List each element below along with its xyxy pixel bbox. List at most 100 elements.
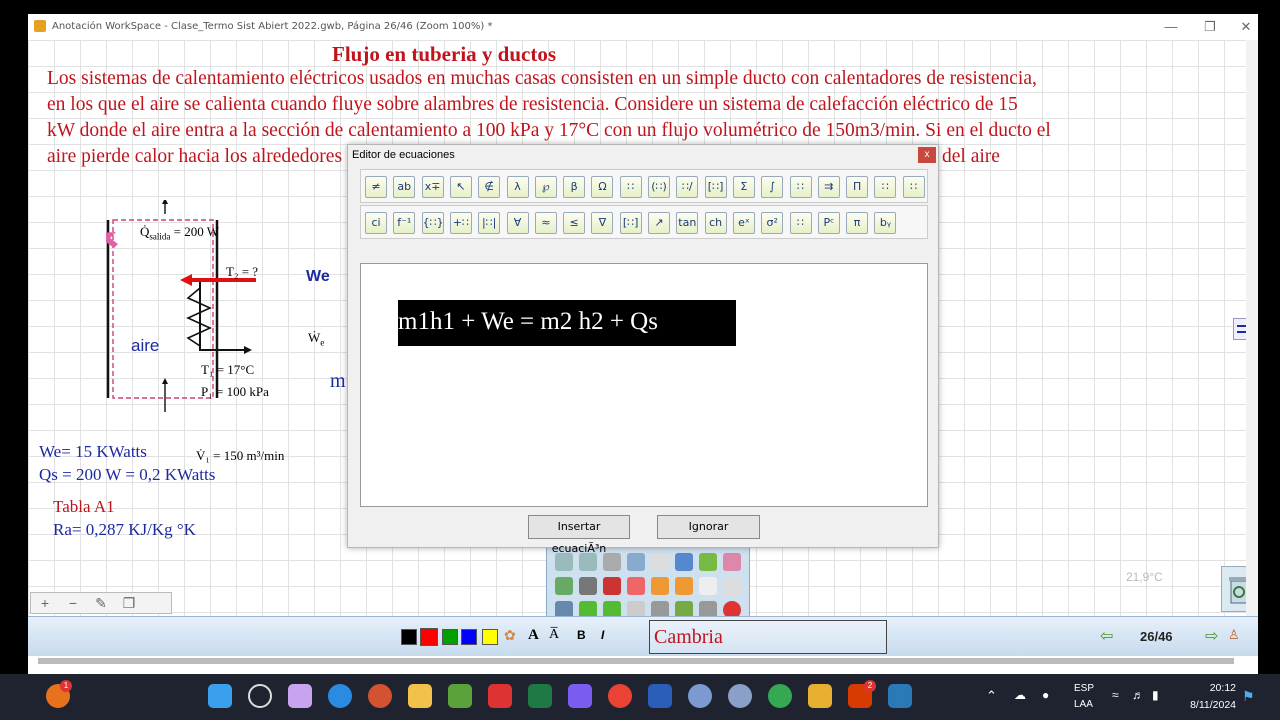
row2-symbol-button-15[interactable]: σ² — [761, 212, 784, 234]
word-icon[interactable] — [648, 684, 672, 708]
row1-symbol-button-17[interactable]: ⇉ — [817, 176, 840, 198]
remove-page-icon[interactable]: − — [59, 593, 87, 613]
input-language[interactable]: ESP — [1074, 683, 1094, 694]
pdf-icon[interactable] — [488, 684, 512, 708]
row1-symbol-button-5[interactable]: ∉ — [478, 176, 501, 198]
font-size-up-button[interactable]: A — [528, 627, 539, 644]
row1-symbol-button-3[interactable]: x∓ — [421, 176, 444, 198]
tool-delete-icon[interactable] — [675, 577, 693, 595]
color-blue-swatch[interactable] — [461, 629, 477, 645]
notification-bell-icon[interactable]: ⚑ — [1242, 688, 1255, 705]
color-black-swatch[interactable] — [401, 629, 417, 645]
row2-symbol-button-19[interactable]: bᵧ — [874, 212, 897, 234]
edit-page-icon[interactable]: ✎ — [87, 593, 115, 613]
maximize-button[interactable]: ❐ — [1200, 17, 1220, 37]
workspace-icon[interactable] — [448, 684, 472, 708]
people-icon[interactable]: ♙ — [1228, 627, 1240, 643]
row1-symbol-button-12[interactable]: ∷/ — [676, 176, 699, 198]
row1-symbol-button-4[interactable]: ↖ — [449, 176, 472, 198]
row1-symbol-button-11[interactable]: (∷) — [648, 176, 670, 198]
row2-symbol-button-9[interactable]: ∇ — [591, 212, 614, 234]
tool-text-icon[interactable] — [603, 577, 621, 595]
tool-pen-icon[interactable] — [675, 553, 693, 571]
network-warning-icon[interactable]: ☁ — [1014, 688, 1026, 702]
tool-refresh-icon[interactable] — [651, 577, 669, 595]
italic-button[interactable]: I — [601, 628, 604, 642]
row1-symbol-button-16[interactable]: ∷ — [789, 176, 812, 198]
color-yellow-swatch[interactable] — [482, 629, 498, 645]
tool-shapes-icon[interactable] — [555, 577, 573, 595]
color-red-swatch[interactable] — [420, 628, 438, 646]
row1-symbol-button-13[interactable]: [∷] — [704, 176, 727, 198]
tray-chevron-icon[interactable]: ⌃ — [986, 688, 997, 704]
folder-app-icon[interactable] — [808, 684, 832, 708]
row1-symbol-button-6[interactable]: λ — [506, 176, 529, 198]
chrome-icon[interactable] — [608, 684, 632, 708]
equation-input-area[interactable]: m1h1 + We = m2 h2 + Qs — [360, 263, 928, 507]
sparkle-icon[interactable] — [568, 684, 592, 708]
tool-equation-icon[interactable] — [627, 577, 645, 595]
copilot-icon[interactable] — [288, 684, 312, 708]
vertical-scrollbar[interactable] — [1246, 40, 1258, 616]
row2-symbol-button-17[interactable]: Pᶜ — [817, 212, 840, 234]
search-icon[interactable] — [248, 684, 272, 708]
row2-symbol-button-14[interactable]: eˣ — [732, 212, 755, 234]
file-explorer-icon[interactable] — [408, 684, 432, 708]
tool-line-icon[interactable] — [579, 577, 597, 595]
row1-symbol-button-2[interactable]: ab — [393, 176, 416, 198]
horizontal-scrollbar[interactable] — [38, 658, 1234, 664]
row2-symbol-button-1[interactable]: ci — [365, 212, 387, 234]
row2-symbol-button-6[interactable]: ∀ — [506, 212, 529, 234]
row1-symbol-button-15[interactable]: ∫ — [761, 176, 784, 198]
row1-symbol-button-1[interactable]: ≠ — [365, 176, 387, 198]
row1-symbol-button-18[interactable]: Π — [846, 176, 869, 198]
tool-notes-icon[interactable] — [723, 577, 741, 595]
row2-symbol-button-18[interactable]: π — [846, 212, 869, 234]
equation-text[interactable]: m1h1 + We = m2 h2 + Qs — [398, 300, 736, 346]
font-size-down-button[interactable]: A̅ — [549, 627, 559, 643]
row1-symbol-button-19[interactable]: ∷ — [874, 176, 897, 198]
row2-symbol-button-8[interactable]: ≤ — [563, 212, 586, 234]
color-green-swatch[interactable] — [442, 629, 458, 645]
row1-symbol-button-8[interactable]: β — [563, 176, 586, 198]
row2-symbol-button-7[interactable]: ≈ — [534, 212, 557, 234]
start-icon[interactable] — [208, 684, 232, 708]
row2-symbol-button-5[interactable]: |∷| — [478, 212, 501, 234]
app-globe-icon[interactable] — [688, 684, 712, 708]
row1-symbol-button-20[interactable]: ∷ — [902, 176, 925, 198]
row1-symbol-button-14[interactable]: Σ — [732, 176, 755, 198]
dialog-close-button[interactable]: x — [918, 147, 936, 163]
tool-pages-icon[interactable] — [627, 553, 645, 571]
palette-icon[interactable]: ✿ — [504, 627, 516, 644]
next-page-icon[interactable]: ⇨ — [1205, 626, 1218, 646]
edge-icon[interactable] — [328, 684, 352, 708]
row2-symbol-button-2[interactable]: f⁻¹ — [393, 212, 416, 234]
add-page-icon[interactable]: + — [31, 593, 59, 613]
row2-symbol-button-16[interactable]: ∷ — [789, 212, 812, 234]
row2-symbol-button-10[interactable]: [∷] — [619, 212, 642, 234]
minimize-button[interactable]: — — [1161, 17, 1181, 37]
row1-symbol-button-9[interactable]: Ω — [591, 176, 614, 198]
row1-symbol-button-7[interactable]: ℘ — [534, 176, 557, 198]
previous-page-icon[interactable]: ⇦ — [1100, 626, 1113, 646]
row2-symbol-button-11[interactable]: ↗ — [648, 212, 670, 234]
close-button[interactable]: ✕ — [1236, 17, 1256, 37]
bold-button[interactable]: B — [577, 628, 586, 642]
tool-marker-icon[interactable] — [699, 553, 717, 571]
tool-document-icon[interactable] — [699, 577, 717, 595]
insert-equation-button[interactable]: Insertar ecuaciÃ³n — [528, 515, 630, 555]
tool-eraser-icon[interactable] — [723, 553, 741, 571]
excel-icon[interactable] — [528, 684, 552, 708]
row1-symbol-button-10[interactable]: ∷ — [619, 176, 642, 198]
remote-desktop-icon[interactable] — [888, 684, 912, 708]
row2-symbol-button-13[interactable]: ch — [704, 212, 727, 234]
ignore-button[interactable]: Ignorar — [657, 515, 760, 539]
chrome-profile-icon[interactable] — [768, 684, 792, 708]
volume-icon[interactable]: ♬ — [1132, 688, 1144, 702]
clock[interactable]: 20:12 8/11/2024 — [1176, 680, 1236, 714]
whiteboard-canvas[interactable]: Flujo en tuberia y ductos Los sistemas d… — [28, 40, 1258, 630]
microphone-icon[interactable]: ● — [1042, 688, 1049, 702]
font-name-field[interactable]: Cambria — [649, 620, 887, 654]
copy-page-icon[interactable]: ❐ — [115, 593, 143, 613]
powerpoint-icon[interactable] — [368, 684, 392, 708]
